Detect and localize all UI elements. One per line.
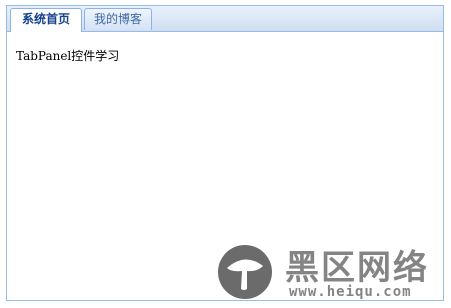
content-text: TabPanel控件学习	[16, 49, 120, 63]
tab-content-body: TabPanel控件学习	[7, 32, 443, 300]
tab-my-blog[interactable]: 我的博客	[84, 8, 152, 30]
tab-home-label: 系统首页	[21, 12, 70, 26]
tab-panel: 系统首页 我的博客 TabPanel控件学习	[6, 5, 444, 301]
tab-my-blog-label: 我的博客	[93, 12, 142, 26]
tab-home[interactable]: 系统首页	[10, 8, 82, 32]
tab-strip: 系统首页 我的博客	[7, 6, 443, 32]
